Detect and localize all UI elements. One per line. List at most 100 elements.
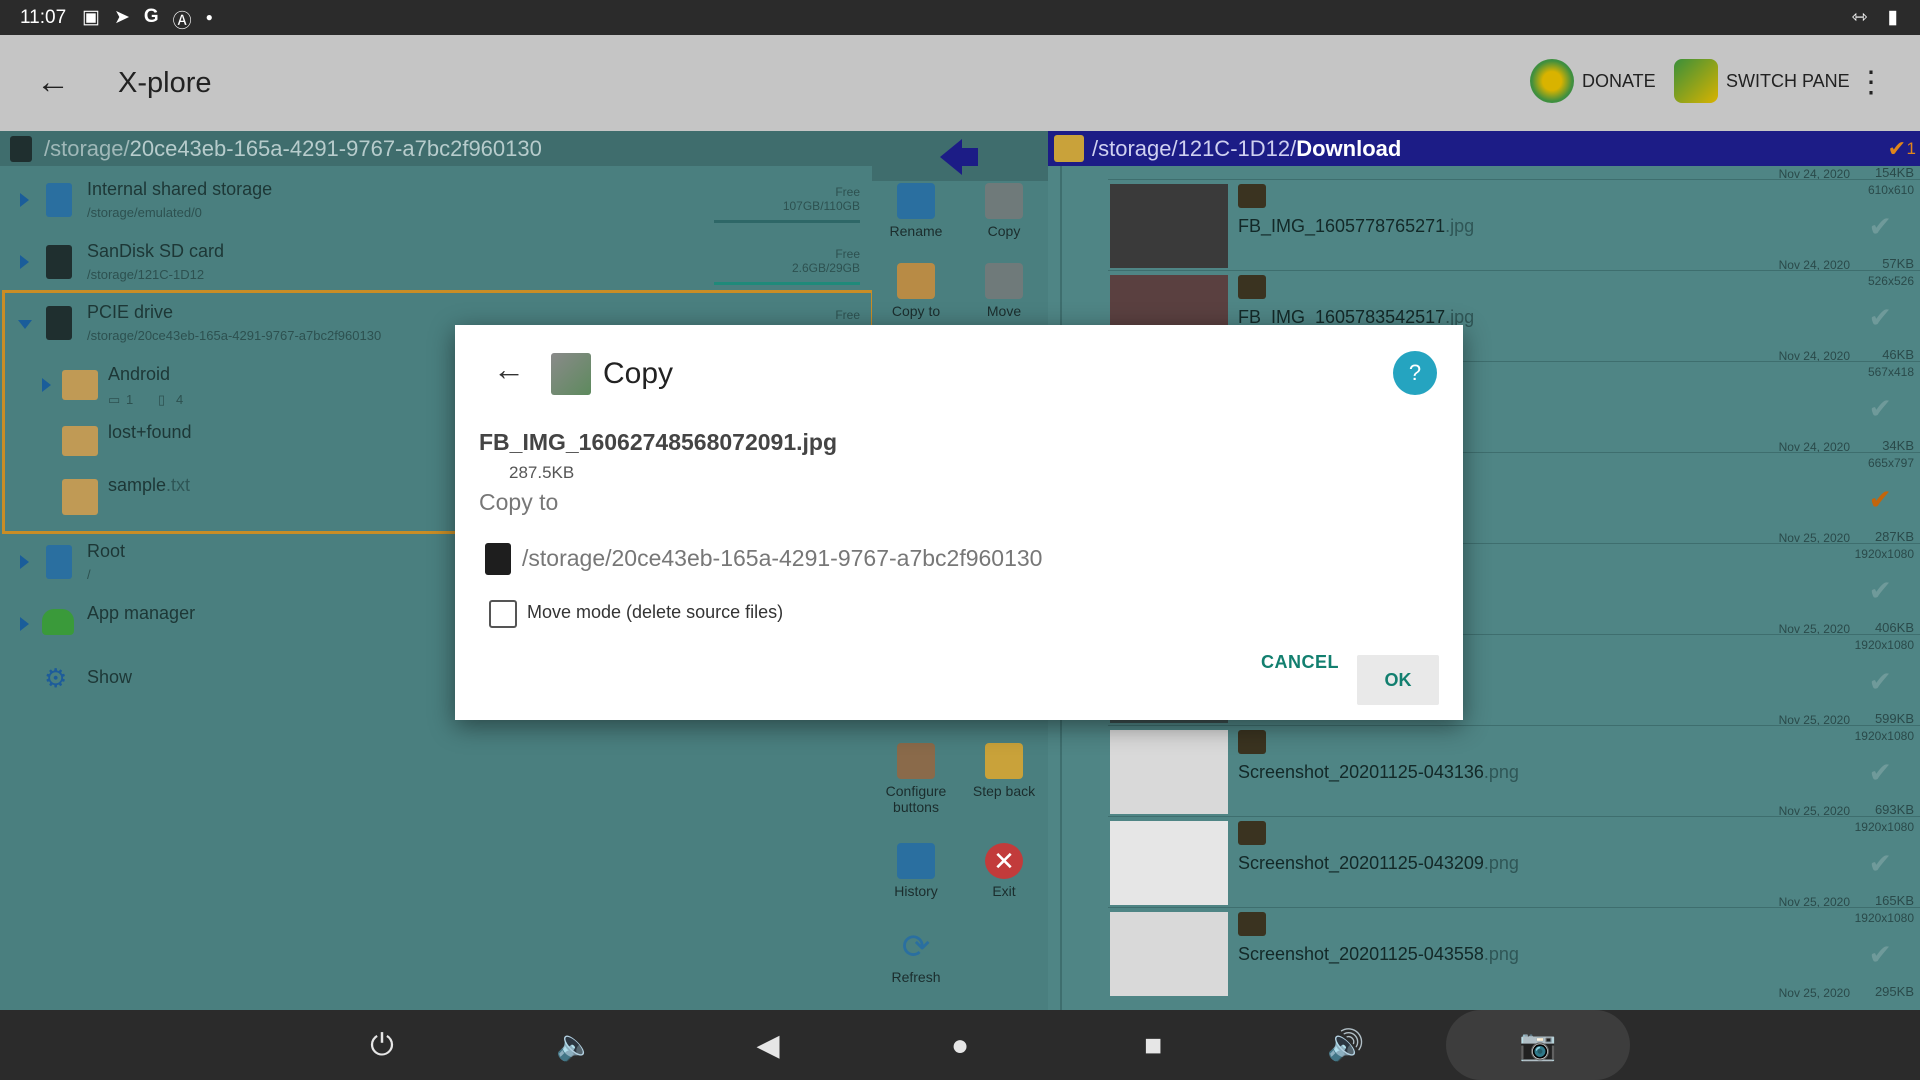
select-check-icon[interactable]: ✔	[1869, 756, 1892, 789]
image-type-icon	[1238, 184, 1266, 208]
sd-card-icon	[46, 245, 72, 279]
select-check-icon[interactable]: ✔	[1869, 847, 1892, 880]
copy-icon	[551, 353, 591, 395]
dot-icon: ●	[205, 10, 213, 24]
folder-icon	[62, 426, 98, 456]
file-size: 287KB	[1874, 529, 1914, 544]
file-count-icon: ▯	[158, 392, 166, 407]
image-type-icon	[1238, 730, 1266, 754]
file-size: 599KB	[1874, 711, 1914, 726]
select-check-icon[interactable]: ✔	[1869, 301, 1892, 334]
sd-card-icon	[485, 543, 511, 575]
tree-item-sd-card[interactable]: SanDisk SD card /storage/121C-1D12 Free …	[0, 235, 872, 295]
phone-icon	[46, 183, 72, 217]
copy-to-label: Copy to	[479, 489, 559, 515]
switch-pane-button[interactable]: SWITCH PANE	[1674, 59, 1850, 103]
file-row[interactable]: Screenshot_20201125-043209.png Nov 25, 20…	[1108, 816, 1920, 925]
expand-arrow-icon[interactable]	[42, 378, 51, 392]
expand-arrow-icon[interactable]	[20, 555, 29, 569]
step-back-button[interactable]: Step back	[960, 743, 1048, 799]
file-size: 406KB	[1874, 620, 1914, 635]
back-icon[interactable]: ◀	[748, 1026, 788, 1066]
source-file-name: FB_IMG_16062748568072091.jpg	[479, 429, 838, 455]
screenshot-icon[interactable]: 📷	[1518, 1026, 1558, 1066]
volume-down-icon[interactable]: 🔈	[555, 1026, 595, 1066]
download-folder-icon	[1054, 135, 1084, 162]
app-title: X-plore	[118, 67, 212, 99]
exit-button[interactable]: ✕ Exit	[960, 843, 1048, 899]
move-button[interactable]: Move	[960, 263, 1048, 319]
copy-button[interactable]: Copy	[960, 183, 1048, 239]
battery-icon: ▮	[1887, 7, 1898, 28]
selection-check-icon: ✔	[1887, 136, 1906, 161]
select-check-icon[interactable]: ✔	[1869, 483, 1892, 516]
expand-arrow-icon[interactable]	[20, 255, 29, 269]
configure-buttons-button[interactable]: Configure buttons	[872, 743, 960, 815]
thumbnail-image	[1110, 184, 1228, 268]
expand-arrow-icon[interactable]	[20, 193, 29, 207]
move-icon	[985, 263, 1023, 299]
overflow-menu-icon[interactable]: ⋮	[1856, 65, 1886, 100]
exit-icon: ✕	[985, 843, 1023, 879]
tree-item-internal-storage[interactable]: Internal shared storage /storage/emulate…	[0, 173, 872, 233]
sd-card-icon	[46, 306, 72, 340]
select-check-icon[interactable]: ✔	[1869, 210, 1892, 243]
expand-arrow-icon[interactable]	[20, 617, 29, 631]
file-size: 165KB	[1874, 893, 1914, 908]
select-check-icon[interactable]: ✔	[1869, 665, 1892, 698]
help-icon[interactable]: ?	[1393, 351, 1437, 395]
clock: 11:07	[20, 7, 67, 28]
a-icon: Ⓐ	[172, 11, 192, 32]
volume-up-icon[interactable]: 🔊	[1326, 1026, 1366, 1066]
file-row[interactable]: FB_IMG_1605778765271.jpg Nov 24, 2020 57KB…	[1108, 179, 1920, 288]
status-bar: 11:07 ▣ ➤ G Ⓐ ● ⇿ ▮	[0, 0, 1920, 35]
data-arrows-icon: ⇿	[1851, 7, 1868, 28]
collapse-arrow-icon[interactable]	[18, 320, 32, 329]
dialog-title: Copy	[603, 357, 674, 390]
phone-icon	[46, 545, 72, 579]
copy-icon	[985, 183, 1023, 219]
switch-pane-icon	[1674, 59, 1718, 103]
select-check-icon[interactable]: ✔	[1869, 574, 1892, 607]
history-icon	[897, 843, 935, 879]
home-icon[interactable]: ●	[940, 1026, 980, 1066]
direction-arrow-icon	[872, 131, 1048, 181]
left-path-bar: /storage/20ce43eb-165a-4291-9767-a7bc2f9…	[0, 131, 872, 166]
donate-icon	[1530, 59, 1574, 103]
refresh-button[interactable]: ⟳ Refresh	[872, 929, 960, 985]
rename-button[interactable]: Rename	[872, 183, 960, 239]
history-button[interactable]: History	[872, 843, 960, 899]
move-mode-checkbox[interactable]	[489, 600, 517, 628]
ok-button[interactable]: OK	[1357, 655, 1439, 705]
source-file-size: 287.5KB	[509, 463, 575, 482]
image-type-icon	[1238, 275, 1266, 299]
thumbnail-image	[1110, 821, 1228, 905]
file-row[interactable]: Screenshot_20201125-043136.png Nov 25, 20…	[1108, 725, 1920, 834]
android-icon	[42, 609, 74, 635]
donate-button[interactable]: DONATE	[1530, 59, 1656, 103]
file-size: 57KB	[1882, 256, 1914, 271]
app-bar: ← X-plore DONATE SWITCH PANE ⋮	[0, 35, 1920, 131]
destination-path[interactable]: /storage/20ce43eb-165a-4291-9767-a7bc2f9…	[522, 545, 1042, 572]
select-check-icon[interactable]: ✔	[1869, 938, 1892, 971]
clipboard-icon	[897, 263, 935, 299]
donate-label: DONATE	[1582, 70, 1656, 91]
copy-dialog: ← Copy ? FB_IMG_16062748568072091.jpg 28…	[455, 325, 1463, 720]
configure-icon	[897, 743, 935, 779]
power-icon[interactable]: ⏻	[362, 1026, 402, 1066]
cancel-button[interactable]: CANCEL	[1261, 652, 1339, 673]
image-type-icon	[1238, 821, 1266, 845]
move-mode-label[interactable]: Move mode (delete source files)	[527, 602, 783, 623]
thumbnail-image	[1110, 730, 1228, 814]
dialog-back-icon[interactable]: ←	[493, 351, 525, 388]
file-row[interactable]: Screenshot_20201125-043558.png Nov 25, 20…	[1108, 907, 1920, 1000]
rename-icon	[897, 183, 935, 219]
file-size: 46KB	[1882, 347, 1914, 362]
right-path-bar: /storage/121C-1D12/Download ✔ 1	[1048, 131, 1920, 166]
copy-to-button[interactable]: Copy to	[872, 263, 960, 319]
thumbnail-image	[1110, 912, 1228, 996]
back-arrow-icon[interactable]: ←	[36, 63, 70, 102]
recents-icon[interactable]: ■	[1133, 1026, 1173, 1066]
select-check-icon[interactable]: ✔	[1869, 392, 1892, 425]
image-type-icon	[1238, 912, 1266, 936]
